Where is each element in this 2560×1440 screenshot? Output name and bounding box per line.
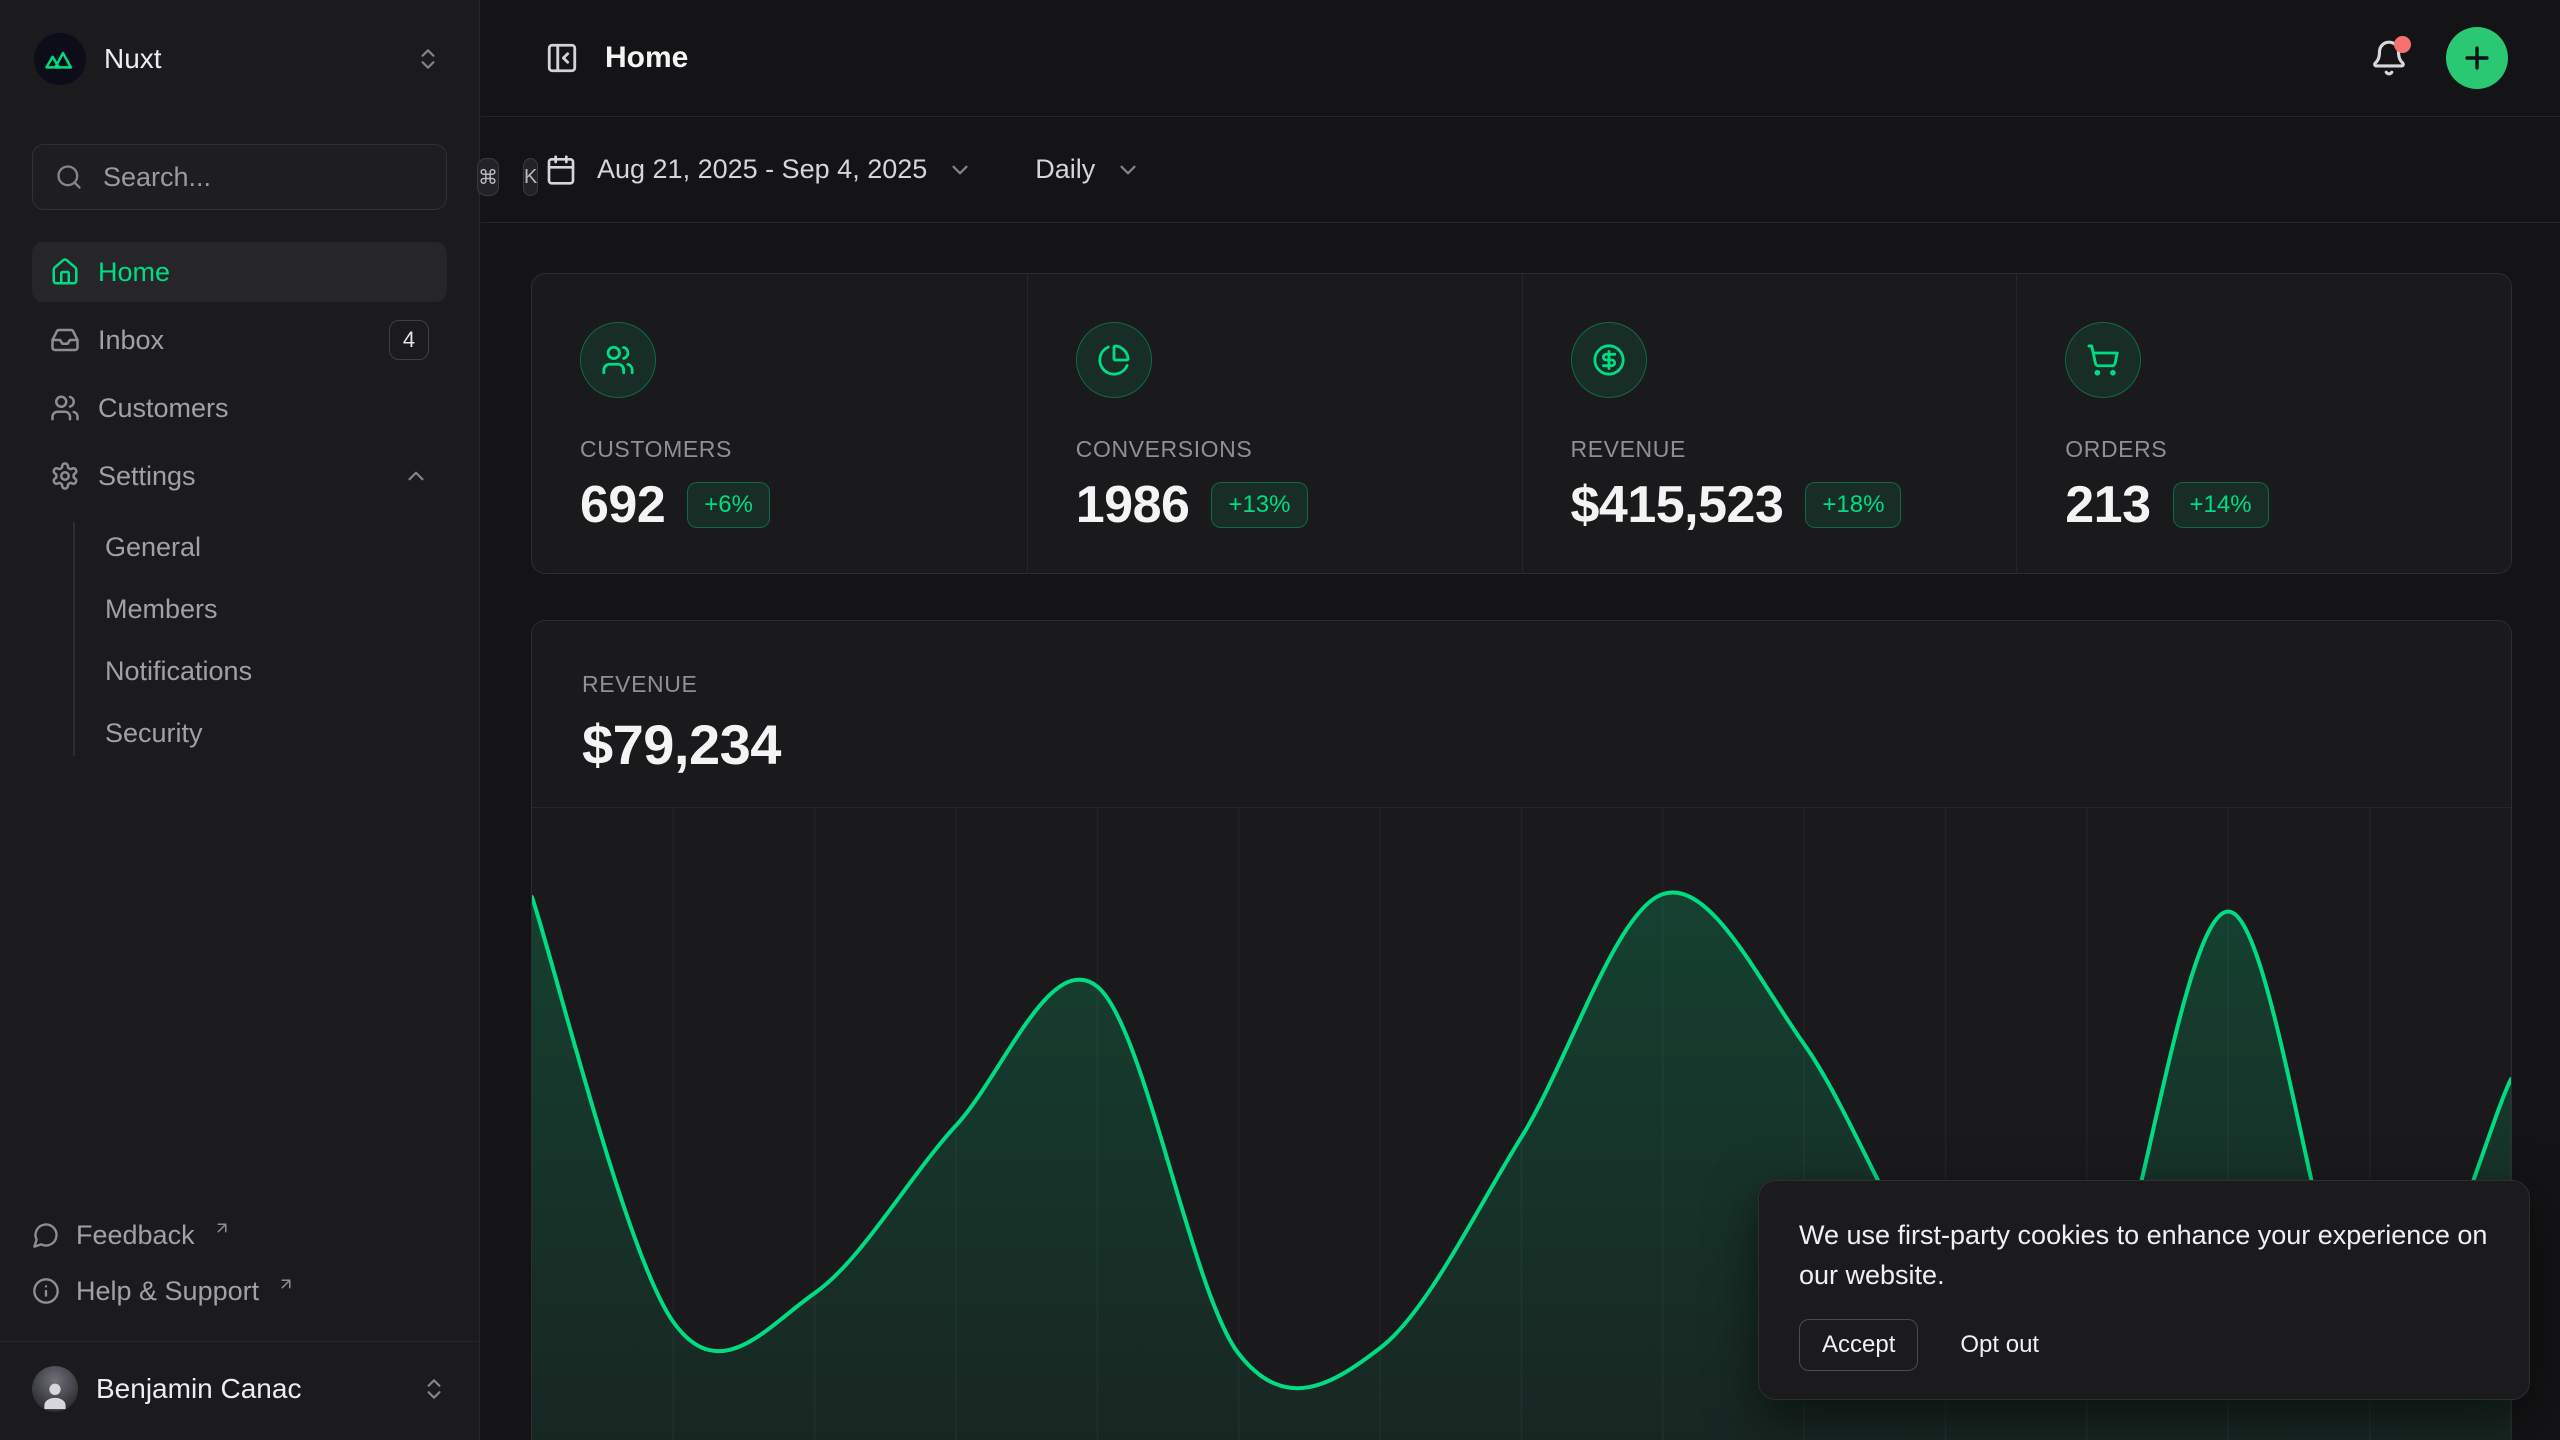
help-support-label: Help & Support <box>76 1276 259 1307</box>
granularity-label: Daily <box>1035 154 1095 185</box>
revenue-chart-header: REVENUE $79,234 <box>532 621 2511 777</box>
cookie-consent-toast: We use first-party cookies to enhance yo… <box>1758 1180 2530 1400</box>
users-icon <box>580 322 656 398</box>
user-section: Benjamin Canac <box>0 1341 479 1440</box>
chevron-up-icon <box>403 463 429 489</box>
stat-delta-badge: +14% <box>2173 482 2269 528</box>
chevrons-up-down-icon <box>415 46 441 72</box>
sidebar-item-general[interactable]: General <box>105 516 447 578</box>
stat-customers[interactable]: CUSTOMERS 692 +6% <box>532 274 1027 573</box>
external-link-icon <box>213 1219 231 1237</box>
sidebar-item-label: Inbox <box>98 325 164 356</box>
stat-conversions[interactable]: CONVERSIONS 1986 +13% <box>1027 274 1522 573</box>
add-button[interactable] <box>2446 27 2508 89</box>
topbar-actions <box>2370 27 2508 89</box>
info-icon <box>32 1277 60 1305</box>
stat-value: $415,523 <box>1571 475 1784 535</box>
help-support-link[interactable]: Help & Support <box>32 1263 447 1319</box>
pie-chart-icon <box>1076 322 1152 398</box>
revenue-chart-value: $79,234 <box>582 712 2511 777</box>
page-title: Home <box>605 41 688 75</box>
gear-icon <box>50 461 80 491</box>
cookie-actions: Accept Opt out <box>1799 1319 2489 1371</box>
inbox-count-badge: 4 <box>389 320 429 360</box>
settings-submenu: General Members Notifications Security <box>32 516 447 764</box>
stat-value: 213 <box>2065 475 2150 535</box>
opt-out-button[interactable]: Opt out <box>1960 1331 2039 1359</box>
workspace-name: Nuxt <box>104 43 397 75</box>
accept-button[interactable]: Accept <box>1799 1319 1918 1371</box>
topbar: Home <box>481 0 2560 117</box>
stat-orders[interactable]: ORDERS 213 +14% <box>2016 274 2511 573</box>
inbox-icon <box>50 325 80 355</box>
feedback-label: Feedback <box>76 1220 195 1251</box>
chevron-down-icon <box>1115 157 1141 183</box>
stat-delta-badge: +18% <box>1805 482 1901 528</box>
chevron-down-icon <box>947 157 973 183</box>
sidebar-item-label: Settings <box>98 461 196 492</box>
stats-row: CUSTOMERS 692 +6% CONVERSIONS 1986 +13% <box>531 273 2512 574</box>
stat-label: ORDERS <box>2065 436 2511 463</box>
sidebar-item-home[interactable]: Home <box>32 242 447 302</box>
panel-collapse-icon[interactable] <box>545 41 579 75</box>
stat-label: CONVERSIONS <box>1076 436 1522 463</box>
search-input[interactable] <box>101 161 459 194</box>
sidebar: Nuxt ⌘ K Home Inb <box>0 0 480 1440</box>
granularity-select[interactable]: Daily <box>1035 154 1141 185</box>
house-icon <box>50 257 80 287</box>
sidebar-item-label: Home <box>98 257 170 288</box>
search-input-wrapper[interactable]: ⌘ K <box>32 144 447 210</box>
user-name: Benjamin Canac <box>96 1373 403 1405</box>
revenue-chart-label: REVENUE <box>582 671 2511 698</box>
notification-dot <box>2394 36 2411 53</box>
feedback-link[interactable]: Feedback <box>32 1207 447 1263</box>
sidebar-item-members[interactable]: Members <box>105 578 447 640</box>
user-menu[interactable]: Benjamin Canac <box>32 1356 447 1422</box>
sidebar-item-notifications[interactable]: Notifications <box>105 640 447 702</box>
sidebar-item-inbox[interactable]: Inbox 4 <box>32 310 447 370</box>
calendar-icon <box>545 154 577 186</box>
dollar-circle-icon <box>1571 322 1647 398</box>
sidebar-item-settings[interactable]: Settings <box>32 446 447 506</box>
stat-label: CUSTOMERS <box>580 436 1027 463</box>
cookie-message: We use first-party cookies to enhance yo… <box>1799 1215 2489 1295</box>
stat-delta-badge: +13% <box>1211 482 1307 528</box>
shopping-cart-icon <box>2065 322 2141 398</box>
message-circle-icon <box>32 1221 60 1249</box>
avatar <box>32 1366 78 1412</box>
sidebar-item-label: Customers <box>98 393 229 424</box>
stat-label: REVENUE <box>1571 436 2017 463</box>
stat-value: 1986 <box>1076 475 1190 535</box>
sidebar-spacer <box>32 764 447 1207</box>
stat-revenue[interactable]: REVENUE $415,523 +18% <box>1522 274 2017 573</box>
sidebar-item-customers[interactable]: Customers <box>32 378 447 438</box>
date-range-label: Aug 21, 2025 - Sep 4, 2025 <box>597 154 927 185</box>
notifications-button[interactable] <box>2370 39 2408 77</box>
chevrons-up-down-icon <box>421 1376 447 1402</box>
stat-value: 692 <box>580 475 665 535</box>
users-icon <box>50 393 80 423</box>
nuxt-logo-icon <box>34 33 86 85</box>
workspace-switcher[interactable]: Nuxt <box>32 28 447 90</box>
sidebar-item-security[interactable]: Security <box>105 702 447 764</box>
app-window: Nuxt ⌘ K Home Inb <box>0 0 2560 1440</box>
search-icon <box>55 163 83 191</box>
external-link-icon <box>277 1275 295 1293</box>
toolbar: Aug 21, 2025 - Sep 4, 2025 Daily <box>481 117 2560 223</box>
date-range-picker[interactable]: Aug 21, 2025 - Sep 4, 2025 <box>545 154 973 186</box>
sidebar-nav: Home Inbox 4 Customers Settings <box>32 242 447 764</box>
stat-delta-badge: +6% <box>687 482 770 528</box>
